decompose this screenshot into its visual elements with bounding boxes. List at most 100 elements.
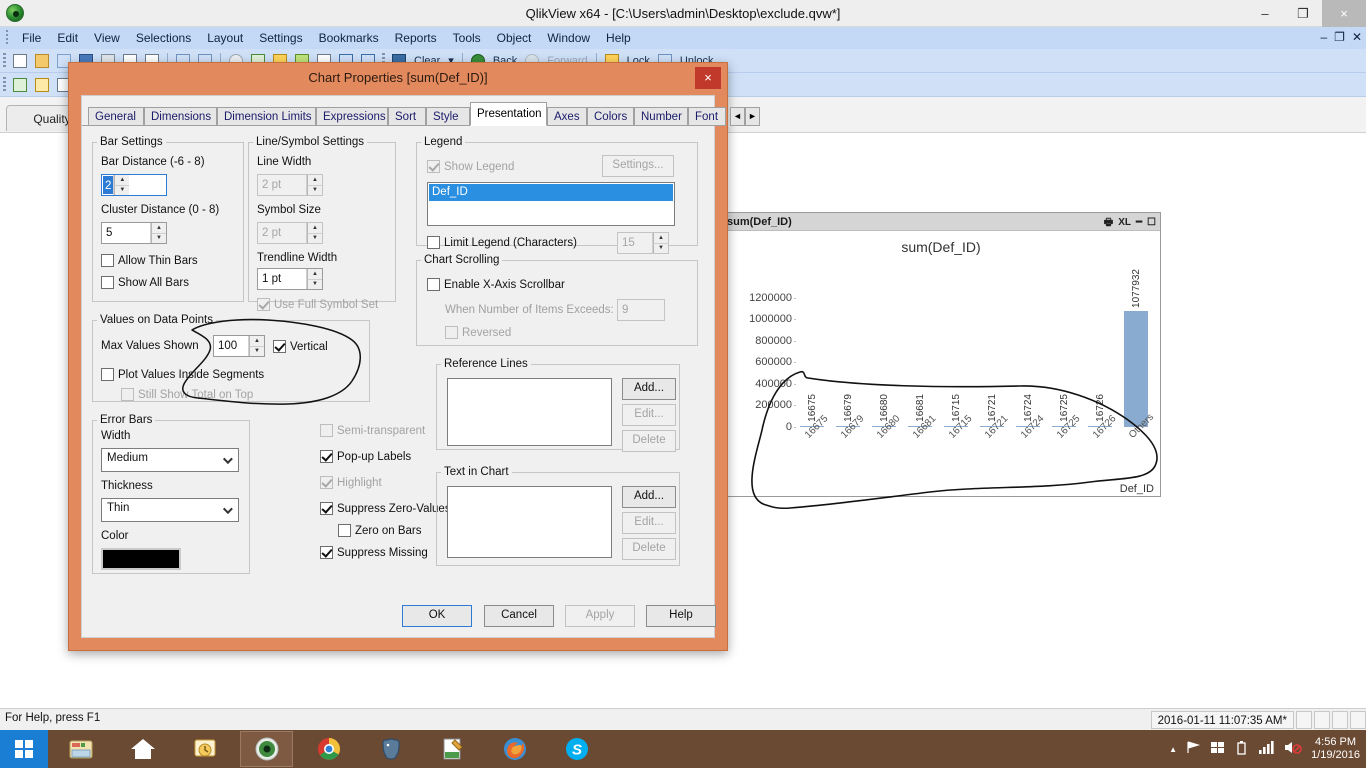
chart-caption[interactable]: sum(Def_ID) 🖶 XL ━ ☐ [722,213,1160,231]
spin-down-icon[interactable]: ▼ [151,233,166,243]
max-values-spin-buttons[interactable]: ▲ ▼ [248,336,264,356]
cancel-button[interactable]: Cancel [484,605,554,627]
trendline-width-spinner[interactable]: 1 pt ▲ ▼ [257,268,323,290]
text-in-chart-add-button[interactable]: Add... [622,486,676,508]
start-button[interactable] [0,730,48,768]
ok-button[interactable]: OK [402,605,472,627]
chart-properties-dialog[interactable]: Chart Properties [sum(Def_ID)] × General… [68,62,760,651]
max-values-shown-spinner[interactable]: 100 ▲ ▼ [213,335,265,357]
taskbar-item-skype[interactable]: S [550,731,603,767]
list-item[interactable]: Def_ID [429,184,673,201]
checkbox-enable-x-axis-scrollbar[interactable]: Enable X-Axis Scrollbar [427,278,565,292]
minimize-button[interactable]: – [1246,0,1284,27]
volume-muted-icon[interactable] [1284,740,1302,758]
checkbox-allow-thin-bars[interactable]: Allow Thin Bars [101,254,198,268]
checkbox-suppress-missing[interactable]: Suppress Missing [320,546,428,560]
tab-scroll-left-icon[interactable]: ◄ [730,107,745,126]
doc-minimize-button[interactable]: – [1320,30,1327,44]
toolbar-grip[interactable] [3,76,6,93]
open-document-icon[interactable] [32,52,52,70]
close-button[interactable]: × [1322,0,1366,27]
spin-down-icon[interactable]: ▼ [249,346,264,356]
cluster-distance-spinner[interactable]: 5 ▲ ▼ [101,222,167,244]
menu-tools[interactable]: Tools [445,29,489,47]
menu-view[interactable]: View [86,29,128,47]
minimize-icon[interactable]: ━ [1136,214,1142,230]
trendline-width-value[interactable]: 1 pt [258,269,306,289]
menu-edit[interactable]: Edit [49,29,86,47]
error-bar-color-swatch[interactable] [101,548,181,570]
tab-number[interactable]: Number [634,107,688,126]
taskbar-item-file-explorer[interactable] [54,731,107,767]
error-bar-width-select[interactable]: Medium [101,448,239,472]
tab-sort[interactable]: Sort [388,107,426,126]
taskbar-item-postgresql[interactable] [364,731,417,767]
taskbar-item-home[interactable] [116,731,169,767]
tab-presentation[interactable]: Presentation [470,102,547,126]
taskbar-item-firefox[interactable] [488,731,541,767]
taskbar-item-qlikview[interactable] [240,731,293,767]
maximize-icon[interactable]: ☐ [1147,214,1156,230]
tray-chevron-icon[interactable]: ▲ [1169,745,1177,754]
text-in-chart-list[interactable] [447,486,612,558]
doc-close-button[interactable]: ✕ [1352,30,1362,44]
print-icon[interactable]: 🖶 [1104,214,1113,230]
bar-distance-spin-buttons[interactable]: ▲ ▼ [113,175,130,195]
legend-dimension-list[interactable]: Def_ID [427,182,675,226]
trendline-width-spin-buttons[interactable]: ▲ ▼ [306,269,322,289]
spin-up-icon[interactable]: ▲ [307,269,322,280]
chart-object[interactable]: sum(Def_ID) 🖶 XL ━ ☐ sum(Def_ID) 0 200000… [721,212,1161,497]
menu-object[interactable]: Object [489,29,540,47]
menu-window[interactable]: Window [539,29,598,47]
checkbox-popup-labels[interactable]: Pop-up Labels [320,450,411,464]
bar-distance-spinner[interactable]: 2 ▲ ▼ [101,174,167,196]
checkbox-limit-legend[interactable]: Limit Legend (Characters) [427,236,577,250]
menu-help[interactable]: Help [598,29,639,47]
battery-icon[interactable] [1234,740,1249,758]
max-values-shown-value[interactable]: 100 [214,336,248,356]
spin-down-icon[interactable]: ▼ [307,279,322,289]
tab-style[interactable]: Style [426,107,470,126]
menu-reports[interactable]: Reports [387,29,445,47]
spin-down-icon[interactable]: ▼ [114,185,130,195]
network-icon[interactable] [1186,740,1201,758]
spin-up-icon[interactable]: ▲ [151,223,166,234]
menu-selections[interactable]: Selections [128,29,199,47]
help-button[interactable]: Help [646,605,716,627]
taskbar-item-notepadpp[interactable] [426,731,479,767]
toolbar-grip[interactable] [3,52,6,69]
error-bar-thickness-select[interactable]: Thin [101,498,239,522]
tab-general[interactable]: General [88,107,144,126]
menu-file[interactable]: File [14,29,49,47]
spin-up-icon[interactable]: ▲ [249,336,264,347]
checkbox-suppress-zero-values[interactable]: Suppress Zero-Values [320,502,451,516]
taskbar-item-chrome[interactable] [302,731,355,767]
menu-layout[interactable]: Layout [199,29,251,47]
signal-icon[interactable] [1258,740,1275,758]
spin-up-icon[interactable]: ▲ [114,175,130,186]
menubar-grip[interactable] [3,30,12,46]
dialog-close-button[interactable]: × [695,67,721,89]
tab-dimensions[interactable]: Dimensions [144,107,217,126]
tab-expressions[interactable]: Expressions [316,107,388,126]
maximize-button[interactable]: ❐ [1284,0,1322,27]
tab-scroll-right-icon[interactable]: ► [745,107,760,126]
cluster-distance-value[interactable]: 5 [102,223,150,243]
reference-lines-add-button[interactable]: Add... [622,378,676,400]
checkbox-zero-on-bars[interactable]: Zero on Bars [338,524,421,538]
tray-clock[interactable]: 4:56 PM 1/19/2016 [1311,736,1360,762]
new-document-icon[interactable] [10,52,30,70]
cluster-distance-spin-buttons[interactable]: ▲ ▼ [150,223,166,243]
new-sheet-icon[interactable] [10,76,30,94]
checkbox-vertical[interactable]: Vertical [273,340,328,354]
tab-colors[interactable]: Colors [587,107,634,126]
copy-sheet-icon[interactable] [32,76,52,94]
reference-lines-list[interactable] [447,378,612,446]
export-to-excel-icon[interactable]: XL [1118,214,1131,230]
doc-restore-button[interactable]: ❐ [1334,30,1345,44]
tab-dimension-limits[interactable]: Dimension Limits [217,107,316,126]
action-center-icon[interactable] [1210,740,1225,758]
checkbox-show-all-bars[interactable]: Show All Bars [101,276,189,290]
checkbox-plot-values-inside-segments[interactable]: Plot Values Inside Segments [101,368,264,382]
taskbar-item-outlook[interactable] [178,731,231,767]
